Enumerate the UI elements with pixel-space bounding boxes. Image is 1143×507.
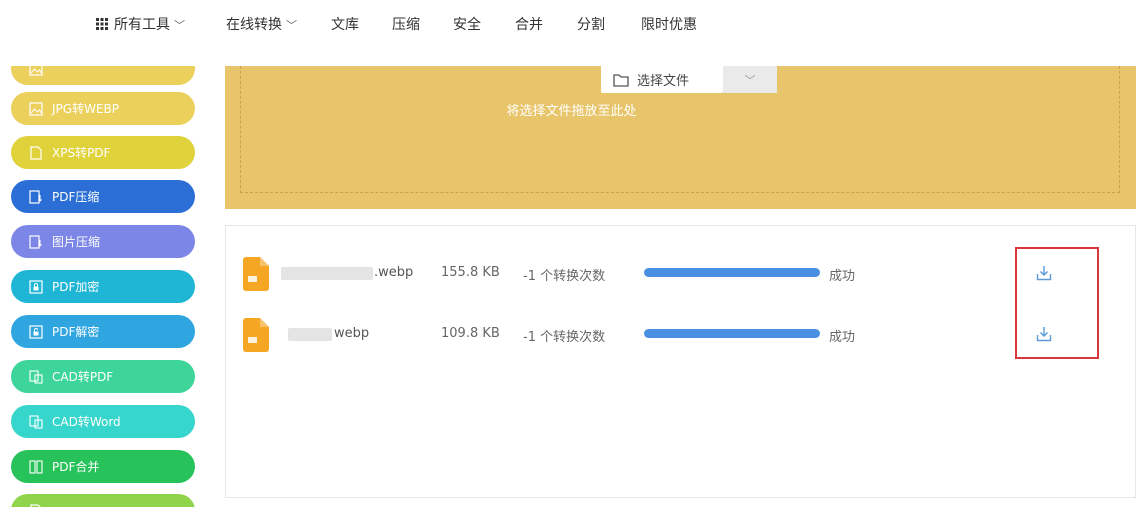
file-extension: .webp	[374, 265, 414, 280]
document-icon	[28, 145, 44, 161]
sidebar-tool-label: CAD转Word	[52, 415, 121, 429]
sidebar-tool-button[interactable]: PDF加密	[11, 270, 195, 303]
nav-merge[interactable]: 合并	[515, 14, 543, 36]
status-text: 成功	[829, 330, 856, 345]
file-size: 155.8 KB	[441, 265, 500, 280]
sidebar-tool-label: 图片压缩	[52, 235, 101, 249]
nav-compress[interactable]: 压缩	[392, 14, 420, 36]
file-row: webp 109.8 KB -1 个转换次数 成功	[226, 315, 1135, 355]
nav-promotion[interactable]: 限时优惠	[641, 14, 697, 36]
status-text: 成功	[829, 269, 856, 284]
compress-icon	[28, 189, 44, 205]
sidebar-tool-button[interactable]: JPG转WEBP	[11, 92, 195, 125]
sidebar-tool-label: PDF合并	[52, 460, 100, 474]
nav-security[interactable]: 安全	[453, 14, 481, 36]
conversion-count: -1 个转换次数	[523, 269, 606, 284]
compress-icon	[28, 234, 44, 250]
chevron-down-icon: ﹀	[744, 73, 756, 87]
nav-online-convert[interactable]: 在线转换 ﹀	[226, 14, 297, 36]
sidebar-tool-button[interactable]: CAD转Word	[11, 405, 195, 438]
sidebar-tool-button[interactable]: PDF解密	[11, 315, 195, 348]
sidebar-tool-label: CAD转PDF	[52, 370, 114, 384]
progress-bar	[644, 329, 820, 338]
file-icon	[243, 257, 269, 291]
sidebar-tool-button[interactable]: CAD转PDF	[11, 360, 195, 393]
sidebar-tool-button[interactable]: PDF合并	[11, 450, 195, 483]
file-extension: webp	[334, 326, 370, 341]
upload-area[interactable]: 选择文件 ﹀	[225, 56, 1136, 209]
image-icon	[28, 101, 44, 117]
merge-icon	[28, 459, 44, 475]
download-icon[interactable]	[1036, 324, 1052, 344]
select-file-dropdown[interactable]: ﹀	[723, 66, 777, 93]
download-icon[interactable]	[1036, 263, 1052, 283]
sidebar-tool-button[interactable]: 图片压缩	[11, 225, 195, 258]
cad-icon	[28, 414, 44, 430]
progress-bar	[644, 268, 820, 277]
folder-icon	[613, 73, 629, 87]
file-name-redacted	[288, 328, 332, 341]
nav-library[interactable]: 文库	[331, 14, 359, 36]
nav-all-tools[interactable]: 所有工具 ﹀	[96, 14, 185, 36]
file-list: .webp 155.8 KB -1 个转换次数 成功 webp 109.8 KB…	[225, 225, 1136, 498]
nav-split[interactable]: 分割	[577, 14, 605, 36]
file-name-redacted	[281, 267, 373, 280]
file-size: 109.8 KB	[441, 326, 500, 341]
document-icon	[28, 503, 44, 507]
nav-online-convert-label: 在线转换	[226, 17, 282, 33]
cad-icon	[28, 369, 44, 385]
nav-all-tools-label: 所有工具	[114, 17, 170, 33]
select-file-label: 选择文件	[637, 74, 690, 89]
sidebar-tool-button[interactable]: XPS转PDF	[11, 136, 195, 169]
sidebar-tool-button[interactable]	[11, 66, 195, 85]
top-nav: 所有工具 ﹀ 在线转换 ﹀ 文库 压缩 安全 合并 分割 限时优惠	[0, 0, 1143, 66]
grid-icon	[96, 18, 108, 30]
image-icon	[28, 66, 44, 77]
tool-sidebar: JPG转WEBP XPS转PDF PDF压缩图片压缩 PDF加密 PDF解密 CAD转PD…	[0, 66, 210, 507]
sidebar-tool-label: PDF压缩	[52, 190, 100, 204]
page: 所有工具 ﹀ 在线转换 ﹀ 文库 压缩 安全 合并 分割 限时优惠 JPG转WEBP…	[0, 0, 1143, 507]
sidebar-tool-label: PDF加密	[52, 280, 100, 294]
sidebar-tool-button[interactable]	[11, 494, 195, 507]
sidebar-tool-label: PDF解密	[52, 325, 100, 339]
conversion-count: -1 个转换次数	[523, 330, 606, 345]
lock-icon	[28, 279, 44, 295]
sidebar-tool-label: XPS转PDF	[52, 146, 111, 160]
sidebar-tool-button[interactable]: PDF压缩	[11, 180, 195, 213]
unlock-icon	[28, 324, 44, 340]
file-row: .webp 155.8 KB -1 个转换次数 成功	[226, 254, 1135, 294]
file-icon	[243, 318, 269, 352]
chevron-down-icon: ﹀	[174, 19, 185, 32]
sidebar-tool-label: JPG转WEBP	[52, 102, 119, 116]
chevron-down-icon: ﹀	[286, 19, 297, 32]
select-file-button[interactable]: 选择文件	[601, 66, 723, 93]
